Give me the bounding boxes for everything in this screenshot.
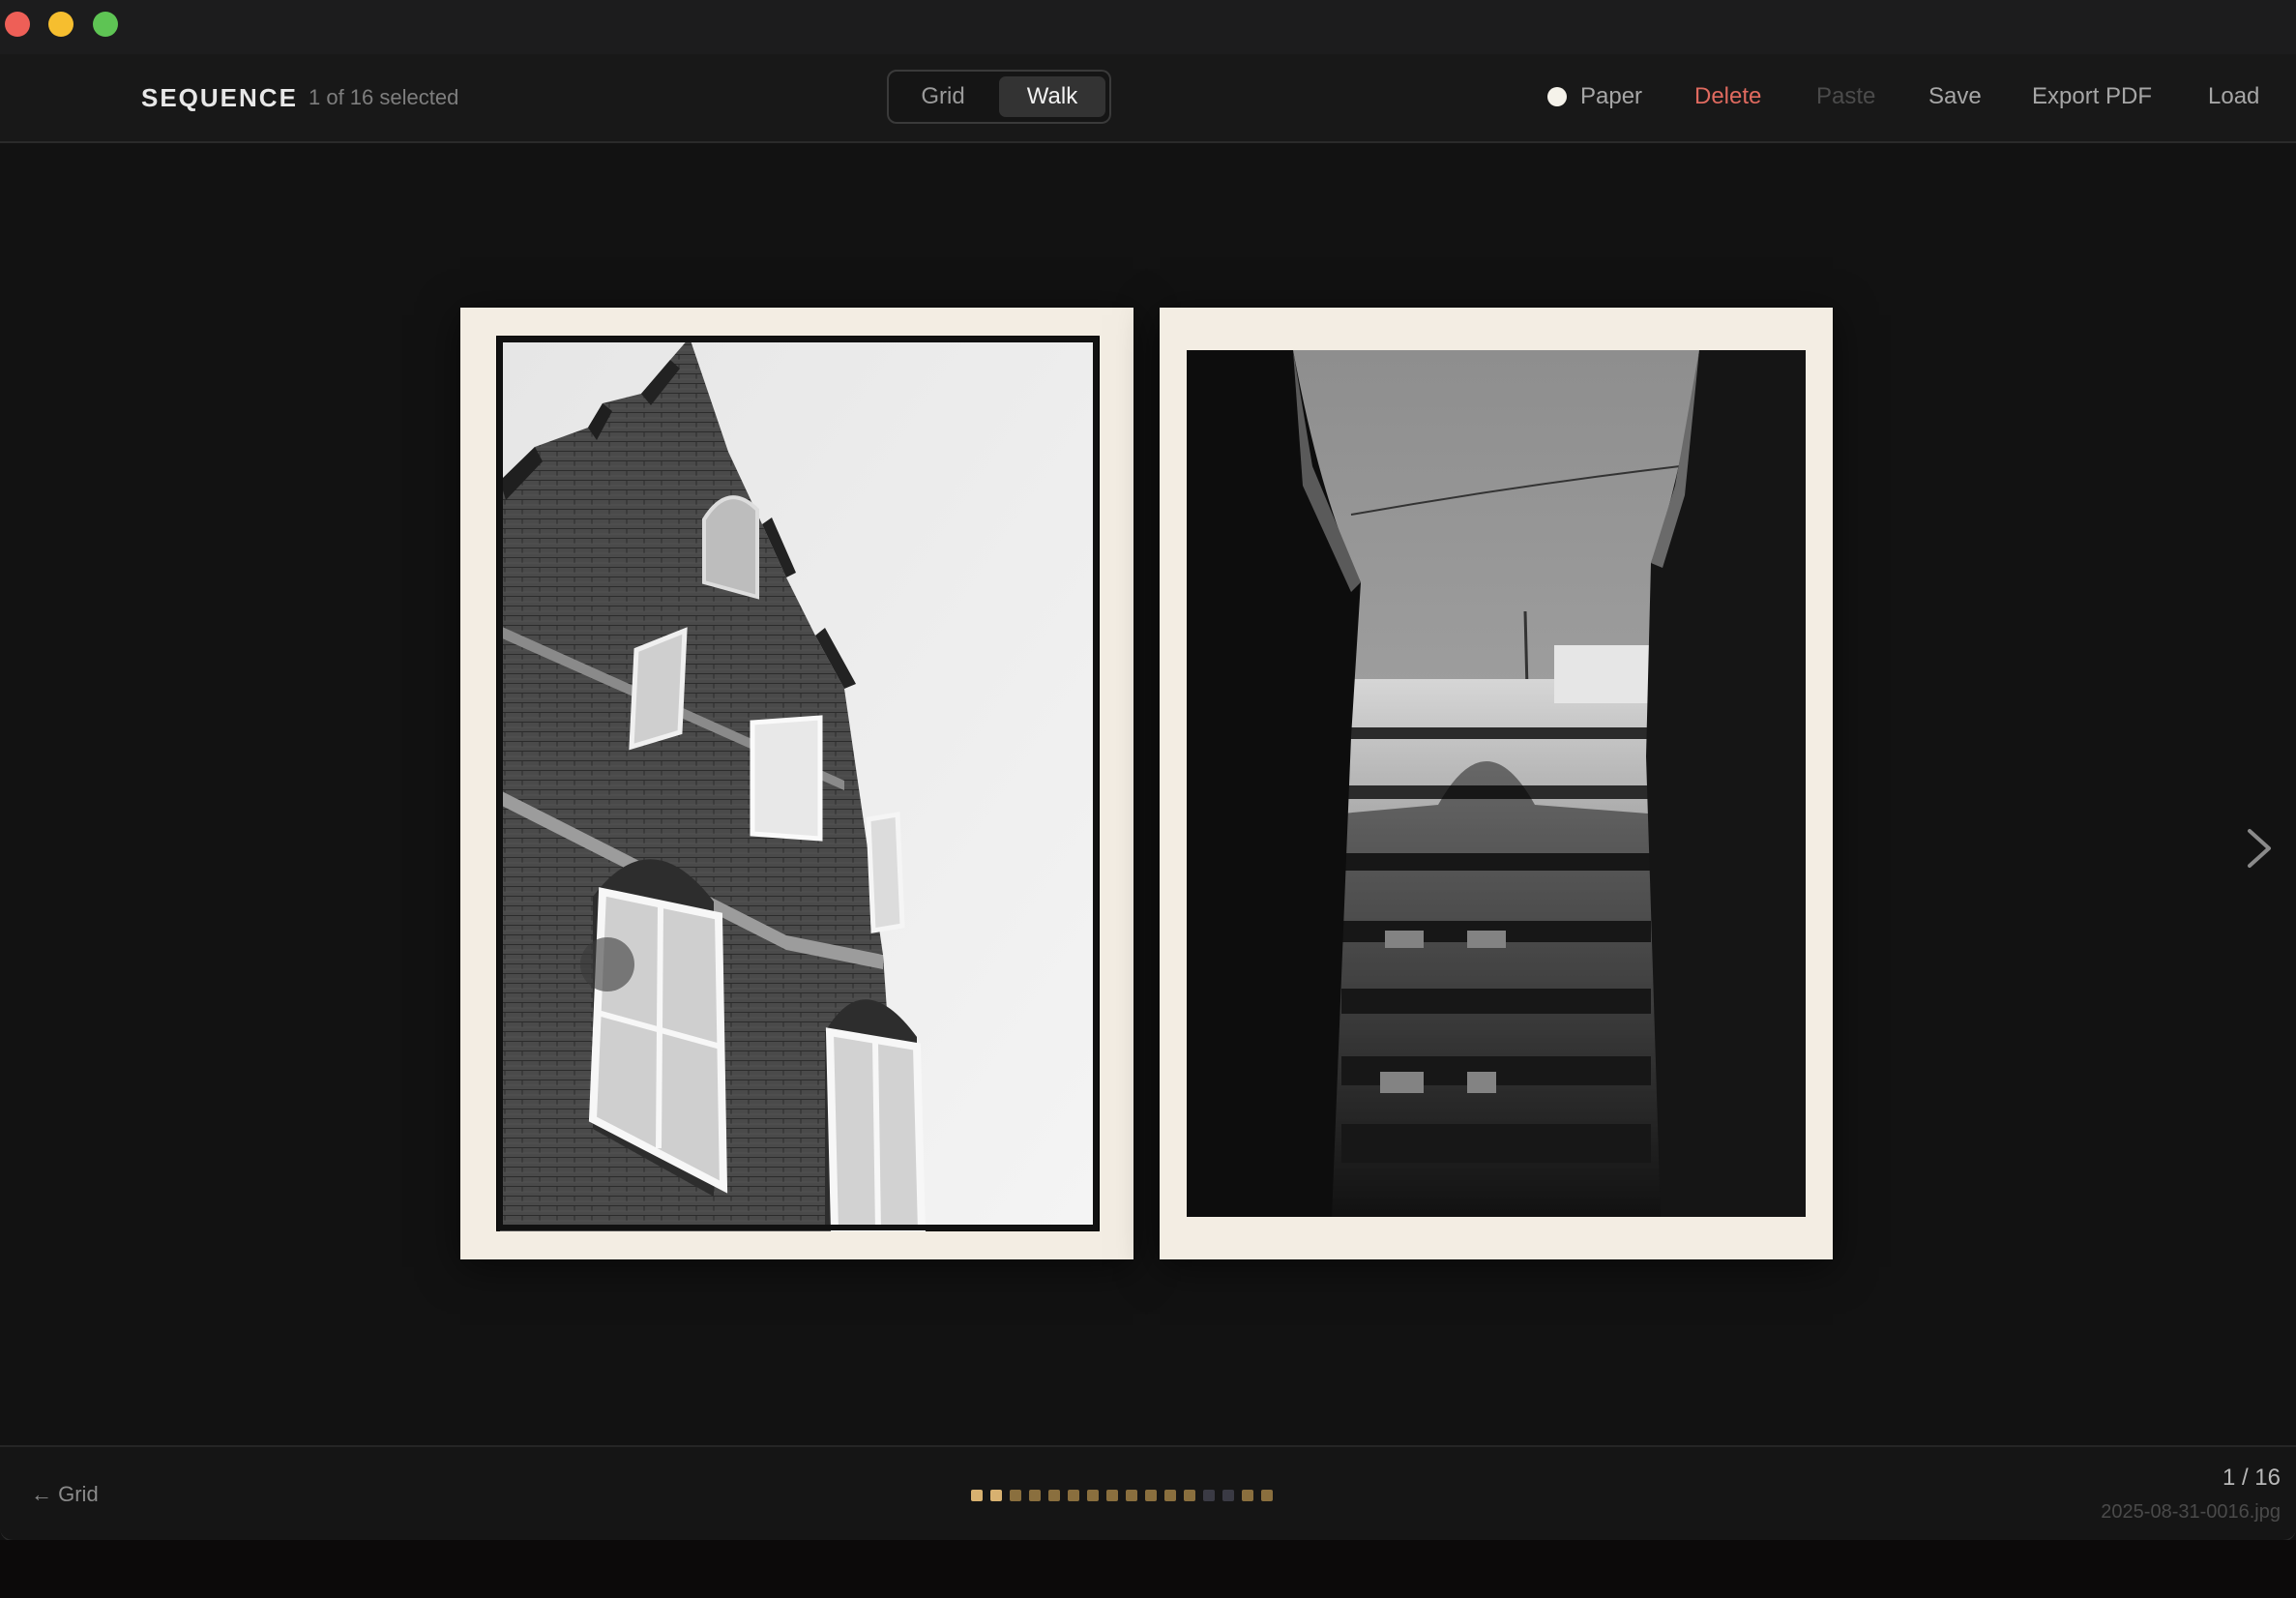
page-dot[interactable] xyxy=(1184,1490,1195,1501)
page-dot[interactable] xyxy=(1203,1490,1215,1501)
page-dot[interactable] xyxy=(1048,1490,1060,1501)
paper-swatch-icon[interactable] xyxy=(1547,87,1567,106)
window-titlebar xyxy=(0,0,2296,54)
print-left[interactable] xyxy=(460,308,1133,1259)
paste-button[interactable]: Paste xyxy=(1816,83,1875,110)
page-dot[interactable] xyxy=(990,1490,1002,1501)
paper-button[interactable]: Paper xyxy=(1580,83,1642,110)
zoom-window-button[interactable] xyxy=(93,12,118,37)
export-pdf-button[interactable]: Export PDF xyxy=(2032,83,2152,110)
back-to-grid-link[interactable]: ← Grid xyxy=(31,1482,99,1507)
delete-button[interactable]: Delete xyxy=(1694,83,1761,110)
page-dot[interactable] xyxy=(1164,1490,1176,1501)
page-dot[interactable] xyxy=(1087,1490,1099,1501)
save-button[interactable]: Save xyxy=(1928,83,1982,110)
page-dot[interactable] xyxy=(1106,1490,1118,1501)
bottom-bar: ← Grid 1 / 16 2025-08-31-0016.jpg xyxy=(0,1445,2296,1542)
app-title: SEQUENCE xyxy=(141,83,298,112)
page-counter: 1 / 16 xyxy=(2222,1465,2281,1491)
selection-count: 1 of 16 selected xyxy=(309,85,459,109)
print-right[interactable] xyxy=(1160,308,1833,1259)
view-grid-button[interactable]: Grid xyxy=(895,76,991,117)
current-filename: 2025-08-31-0016.jpg xyxy=(2101,1501,2281,1523)
page-dot[interactable] xyxy=(1222,1490,1234,1501)
desktop-background xyxy=(0,1540,2296,1598)
view-mode-toggle: Grid Walk xyxy=(887,70,1111,124)
page-dot[interactable] xyxy=(1261,1490,1273,1501)
page-dot[interactable] xyxy=(1010,1490,1021,1501)
next-page-chevron-right-icon[interactable] xyxy=(2242,827,2275,870)
close-window-button[interactable] xyxy=(5,12,30,37)
page-dot[interactable] xyxy=(1029,1490,1041,1501)
page-dot[interactable] xyxy=(1242,1490,1253,1501)
photo-narrow-street-buildings xyxy=(1187,350,1806,1217)
page-dot[interactable] xyxy=(971,1490,983,1501)
load-button[interactable]: Load xyxy=(2208,83,2259,110)
page-dot[interactable] xyxy=(1145,1490,1157,1501)
toolbar: SEQUENCE 1 of 16 selected Grid Walk Pape… xyxy=(0,54,2296,143)
photo-stepped-gable-brick-house xyxy=(496,336,1100,1231)
page-dot[interactable] xyxy=(1126,1490,1137,1501)
page-dot[interactable] xyxy=(1068,1490,1079,1501)
view-walk-button[interactable]: Walk xyxy=(999,76,1105,117)
minimize-window-button[interactable] xyxy=(48,12,74,37)
